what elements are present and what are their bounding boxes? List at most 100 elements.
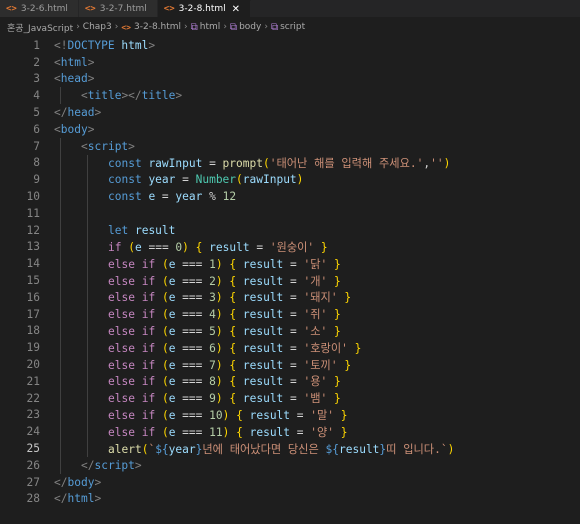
code-token: '뱀' xyxy=(303,392,328,406)
code-token: < xyxy=(54,55,61,69)
code-token: result xyxy=(249,425,291,439)
code-token: ( xyxy=(161,392,169,406)
code-token: result xyxy=(242,308,284,322)
code-line[interactable]: 5 </head> xyxy=(0,104,580,121)
code-token: > xyxy=(87,122,95,136)
code-token: ${ xyxy=(155,442,169,456)
code-token: e xyxy=(134,240,142,254)
code-token: ( xyxy=(128,240,135,254)
code-line[interactable]: 27 </body> xyxy=(0,474,580,491)
code-token: = xyxy=(290,408,311,422)
code-content: <title></title> xyxy=(81,89,182,102)
code-token: < xyxy=(81,139,88,153)
code-token: if xyxy=(108,240,122,254)
code-token: === xyxy=(175,392,210,406)
code-token: '닭' xyxy=(303,257,328,271)
code-content: const e = year % 12 xyxy=(108,190,236,203)
code-token: if xyxy=(141,392,156,406)
code-content: else if (e === 11) { result = '양' } xyxy=(108,424,348,440)
code-token: ( xyxy=(161,358,169,372)
code-line[interactable]: 7 <script> xyxy=(0,138,580,155)
code-content: </html> xyxy=(54,492,101,505)
breadcrumb-element-body[interactable]: body xyxy=(239,22,261,32)
code-token: === xyxy=(175,358,210,372)
code-token: ) xyxy=(215,257,223,271)
code-token: result xyxy=(249,408,291,422)
code-token: ) xyxy=(296,173,304,187)
code-content: else if (e === 2) { result = '개' } xyxy=(108,273,341,289)
code-token: </ xyxy=(54,492,68,506)
code-token: = xyxy=(283,291,304,305)
code-token: } xyxy=(334,392,341,406)
line-number: 20 xyxy=(26,358,40,372)
code-token: if xyxy=(141,324,156,338)
breadcrumb-element-html[interactable]: html xyxy=(200,22,221,32)
code-token: 3 xyxy=(209,291,216,305)
code-token: result xyxy=(242,257,284,271)
code-token: prompt xyxy=(222,156,263,170)
code-content: else if (e === 1) { result = '닭' } xyxy=(108,256,341,272)
code-content: <script> xyxy=(81,140,135,153)
code-token: > xyxy=(148,38,156,52)
code-token: = xyxy=(283,358,304,372)
tab-3-2-8[interactable]: <> 3-2-8.html ✕ xyxy=(157,0,252,17)
tab-label: 3-2-7.html xyxy=(99,3,147,14)
code-token: ) xyxy=(443,156,451,170)
code-token: script xyxy=(94,458,135,472)
tab-3-2-6[interactable]: <> 3-2-6.html xyxy=(0,0,79,17)
code-token: ( xyxy=(161,375,169,389)
code-line[interactable]: 2 <html> xyxy=(0,54,580,71)
code-token: if xyxy=(141,408,156,422)
code-line[interactable]: 26 </script> xyxy=(0,457,580,474)
breadcrumb-folder-chap3[interactable]: Chap3 xyxy=(83,22,112,32)
code-token: '소' xyxy=(303,324,328,338)
code-token: else xyxy=(108,274,135,288)
tab-3-2-7[interactable]: <> 3-2-7.html xyxy=(78,0,158,17)
code-line[interactable]: 28 </html> xyxy=(0,491,580,508)
code-line[interactable]: 4 <title></title> xyxy=(0,87,580,104)
code-token: else xyxy=(108,392,135,406)
code-token: result xyxy=(242,341,284,355)
code-line[interactable]: 6 <body> xyxy=(0,121,580,138)
line-number: 14 xyxy=(26,257,40,271)
code-token: result xyxy=(242,392,284,406)
code-content: if (e === 0) { result = '원숭이' } xyxy=(108,239,328,255)
code-token: } xyxy=(344,358,352,372)
code-token: '말' xyxy=(310,408,335,422)
code-token: result xyxy=(209,240,250,254)
breadcrumb-element-script[interactable]: script xyxy=(280,22,305,32)
code-token: if xyxy=(141,425,156,439)
element-tag-icon: ⧉ xyxy=(190,21,198,33)
code-token: else xyxy=(108,291,135,305)
line-number: 2 xyxy=(33,55,40,69)
code-token: '태어난 해를 입력해 주세요.' xyxy=(269,156,424,170)
close-icon[interactable]: ✕ xyxy=(232,4,240,15)
breadcrumb-file[interactable]: 3-2-8.html xyxy=(134,22,181,32)
code-token: 년에 태어났다면 당신은 xyxy=(202,442,326,456)
code-line[interactable]: 3 <head> xyxy=(0,71,580,88)
code-content: else if (e === 9) { result = '뱀' } xyxy=(108,390,341,406)
breadcrumb-folder-root[interactable]: 혼공_JavaScript xyxy=(7,21,73,34)
code-token: <! xyxy=(54,38,68,52)
element-tag-icon: ⧉ xyxy=(229,21,238,33)
code-editor[interactable]: 1 <!DOCTYPE html> 2 <html> 3 <head> 4 <title></… xyxy=(0,37,580,524)
code-content: else if (e === 7) { result = '토끼' } xyxy=(108,357,351,373)
code-line[interactable]: 1 <!DOCTYPE html> xyxy=(0,37,580,54)
code-content: else if (e === 8) { result = '용' } xyxy=(108,373,341,389)
code-token: } xyxy=(334,308,341,322)
code-token: === xyxy=(175,308,210,322)
code-token: } xyxy=(334,257,341,271)
line-number: 28 xyxy=(26,492,40,506)
code-content: else if (e === 4) { result = '쥐' } xyxy=(108,306,341,322)
code-token: ( xyxy=(161,425,169,439)
code-token: > xyxy=(134,458,142,472)
